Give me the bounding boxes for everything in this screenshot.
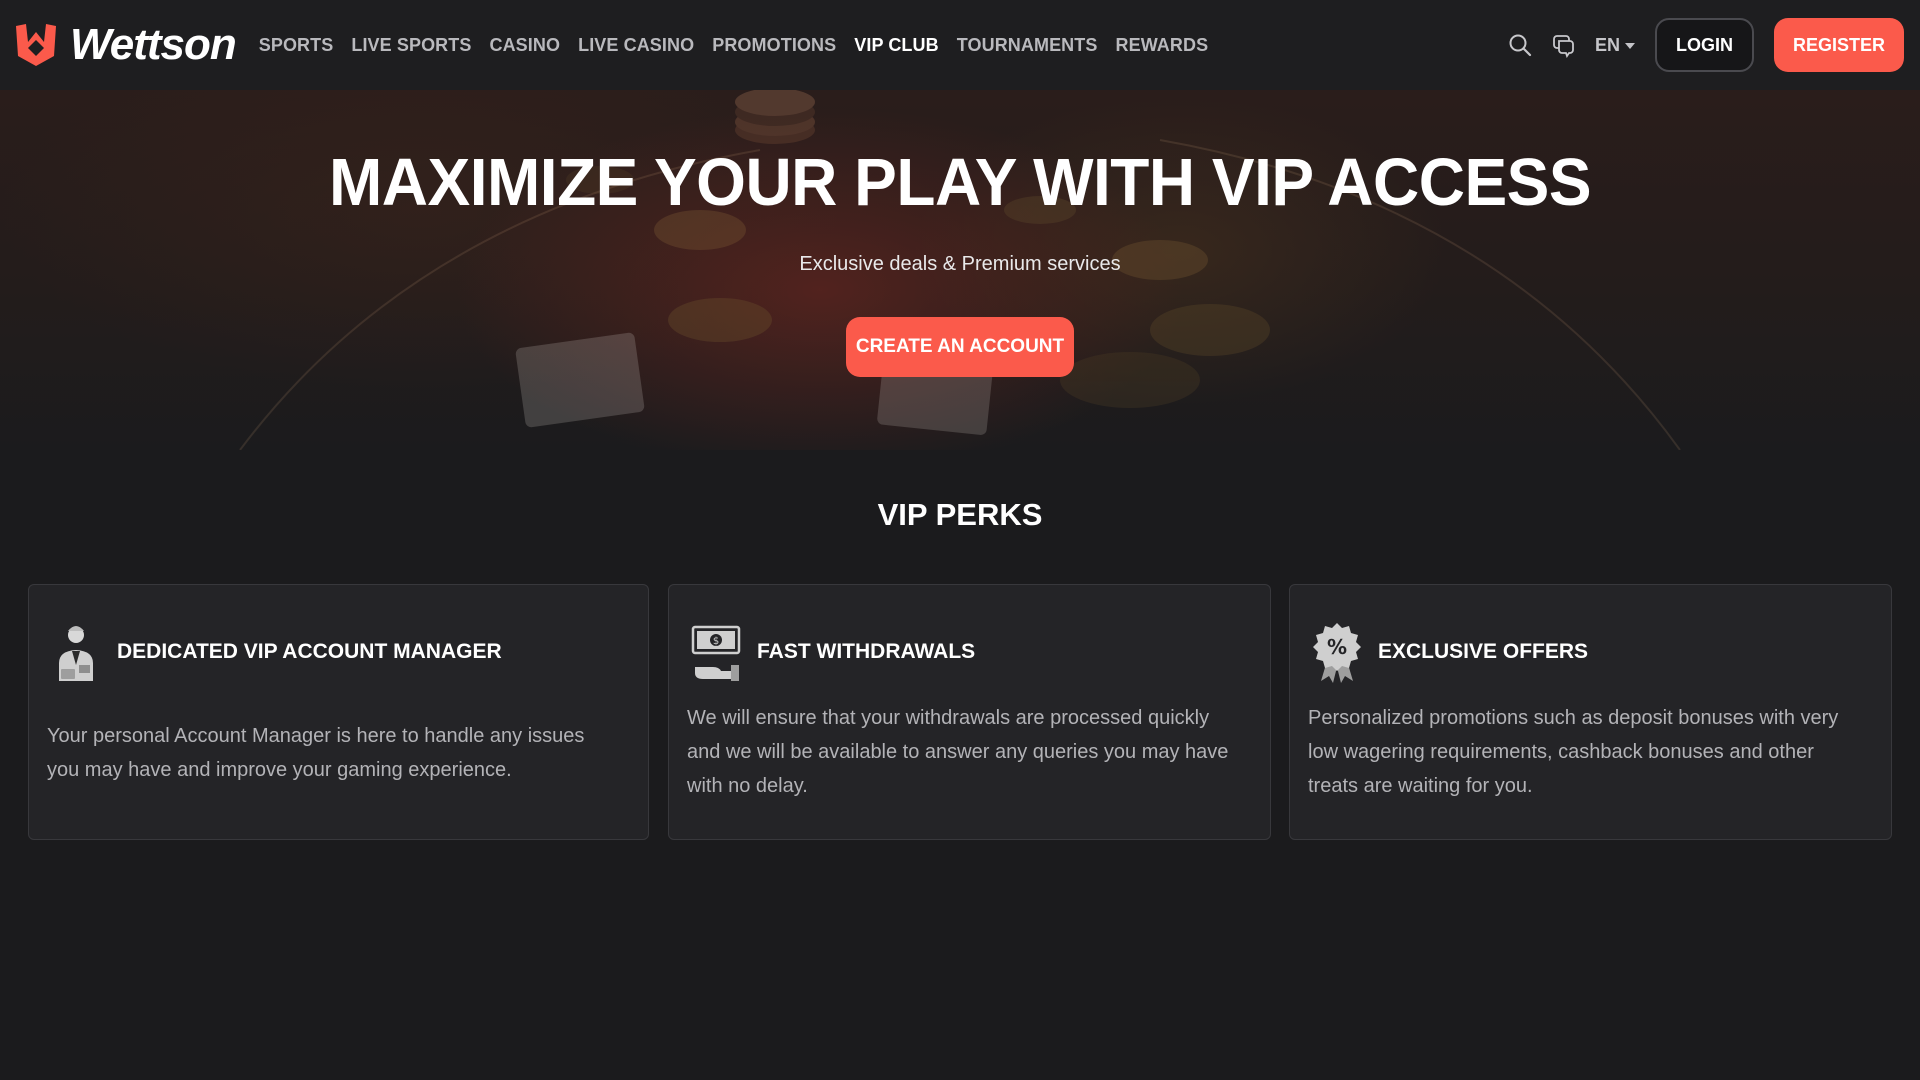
- nav-item-live-sports[interactable]: LIVE SPORTS: [351, 35, 471, 56]
- top-navigation-bar: Wettson SPORTS LIVE SPORTS CASINO LIVE C…: [0, 0, 1920, 90]
- chevron-down-icon: [1624, 43, 1635, 49]
- create-account-button[interactable]: CREATE AN ACCOUNT: [846, 317, 1074, 377]
- perks-heading: VIP PERKS: [877, 497, 1043, 532]
- main-nav: SPORTS LIVE SPORTS CASINO LIVE CASINO PR…: [250, 35, 1217, 56]
- perk-card-description: Personalized promotions such as deposit …: [1308, 707, 1839, 797]
- perk-card-exclusive-offers: % EXCLUSIVE OFFERS Personalized promotio…: [1289, 584, 1892, 840]
- nav-item-promotions[interactable]: PROMOTIONS: [712, 35, 836, 56]
- perk-card-title: DEDICATED VIP ACCOUNT MANAGER: [117, 640, 502, 663]
- nav-item-rewards[interactable]: REWARDS: [1116, 35, 1209, 56]
- brand-name: Wettson: [70, 20, 237, 69]
- hero-subtitle: Exclusive deals & Premium services: [799, 253, 1121, 275]
- hero-title: MAXIMIZE YOUR PLAY WITH VIP ACCESS: [328, 144, 1592, 220]
- perk-card-title: FAST WITHDRAWALS: [757, 640, 976, 663]
- register-button[interactable]: REGISTER: [1773, 18, 1904, 72]
- nav-item-live-casino[interactable]: LIVE CASINO: [578, 35, 694, 56]
- search-icon[interactable]: [1507, 32, 1533, 58]
- perk-card-description: We will ensure that your withdrawals are…: [687, 707, 1229, 797]
- discount-badge-icon: %: [1313, 623, 1361, 683]
- chat-icon[interactable]: [1551, 32, 1577, 58]
- language-code: EN: [1594, 34, 1620, 55]
- nav-item-tournaments[interactable]: TOURNAMENTS: [957, 35, 1098, 56]
- cash-withdrawal-icon: $: [691, 625, 741, 681]
- perk-card-account-manager: DEDICATED VIP ACCOUNT MANAGER Your perso…: [28, 584, 649, 840]
- perk-card-header: $ FAST WITHDRAWALS: [691, 621, 975, 683]
- nav-item-vip-club[interactable]: VIP CLUB: [854, 35, 938, 56]
- perk-card-description: Your personal Account Manager is here to…: [47, 725, 585, 781]
- language-selector[interactable]: EN: [1595, 35, 1635, 56]
- perk-card-header: DEDICATED VIP ACCOUNT MANAGER: [51, 621, 502, 683]
- perk-card-fast-withdrawals: $ FAST WITHDRAWALS We will ensure that y…: [668, 584, 1271, 840]
- svg-text:$: $: [713, 636, 719, 647]
- hero-banner: MAXIMIZE YOUR PLAY WITH VIP ACCESS Exclu…: [0, 90, 1920, 450]
- svg-text:%: %: [1327, 635, 1347, 659]
- wettson-logo-icon: [16, 24, 56, 66]
- brand-logo[interactable]: Wettson: [14, 20, 237, 69]
- perk-card-header: % EXCLUSIVE OFFERS: [1312, 621, 1588, 683]
- header-actions: EN LOGIN REGISTER: [1507, 18, 1904, 72]
- nav-item-sports[interactable]: SPORTS: [259, 35, 334, 56]
- account-manager-icon: [59, 626, 93, 681]
- login-button[interactable]: LOGIN: [1654, 18, 1754, 72]
- perk-card-title: EXCLUSIVE OFFERS: [1378, 640, 1589, 663]
- nav-item-casino[interactable]: CASINO: [489, 35, 560, 56]
